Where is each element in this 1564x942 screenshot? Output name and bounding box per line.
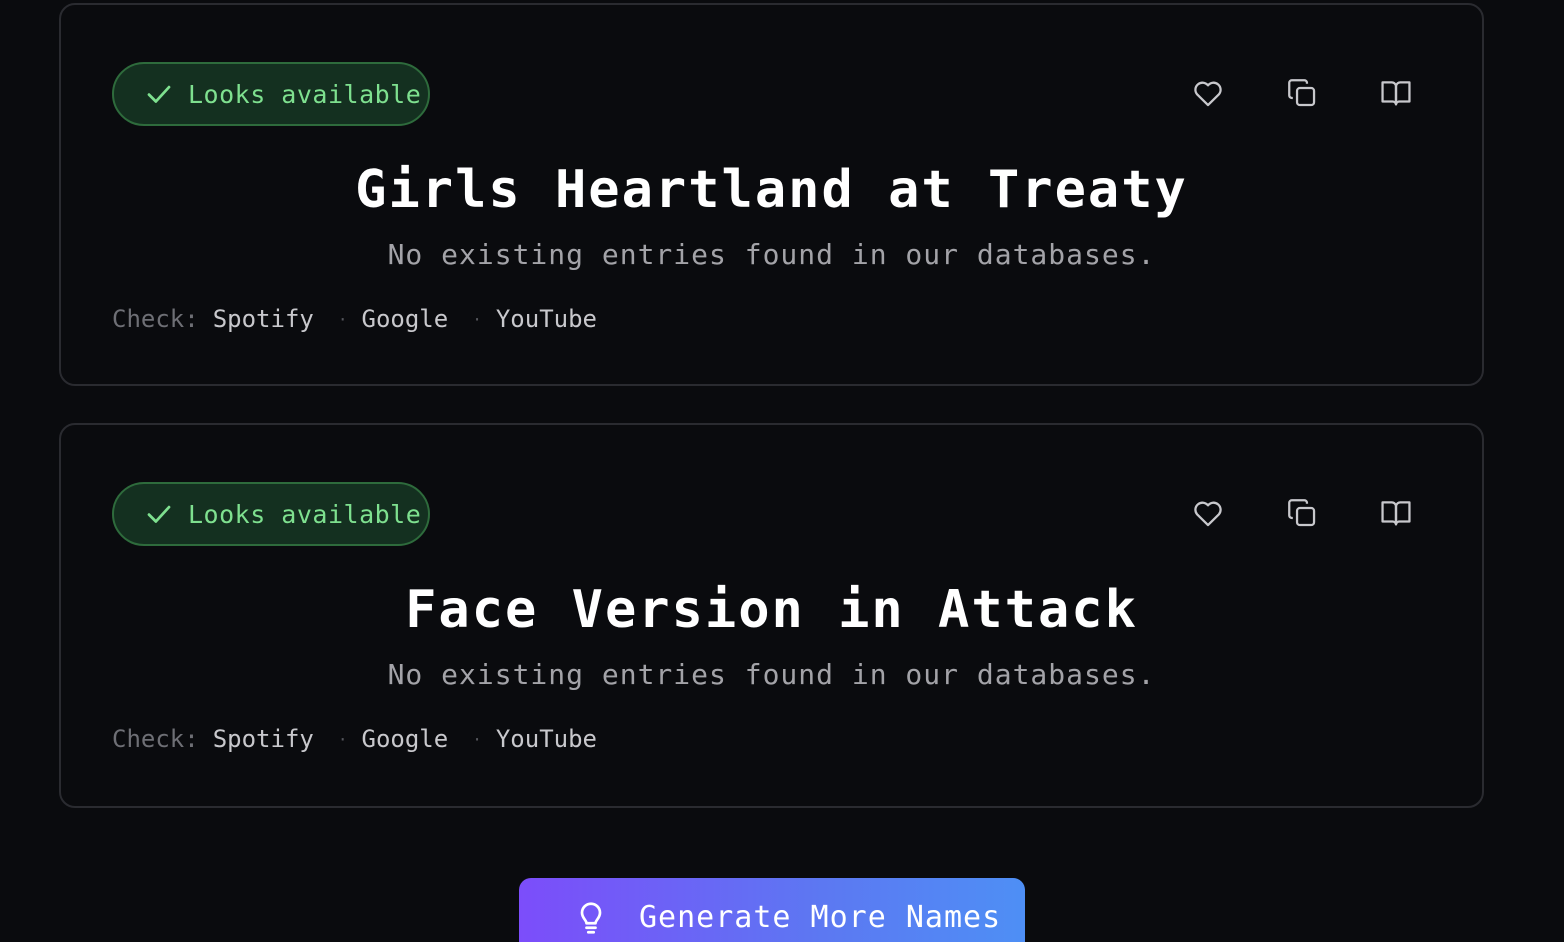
check-icon — [147, 85, 171, 103]
check-links: Check: Spotify · Google · YouTube — [112, 725, 597, 753]
availability-badge: Looks available — [112, 482, 430, 546]
check-label: Check: — [112, 725, 199, 753]
separator-dot: · — [472, 729, 482, 749]
name-card: Looks available Girls Heartland at Treat… — [59, 3, 1484, 386]
generated-name: Face Version in Attack — [405, 580, 1138, 640]
spotify-link[interactable]: Spotify — [213, 725, 314, 753]
check-label: Check: — [112, 305, 199, 333]
copy-button[interactable] — [1284, 75, 1320, 111]
book-icon — [1381, 81, 1411, 106]
check-links: Check: Spotify · Google · YouTube — [112, 305, 597, 333]
google-link[interactable]: Google — [362, 305, 449, 333]
spotify-link[interactable]: Spotify — [213, 305, 314, 333]
name-card: Looks available Face Version in Attack N… — [59, 423, 1484, 808]
copy-icon — [1288, 499, 1316, 527]
card-actions — [1190, 495, 1414, 531]
card-actions — [1190, 75, 1414, 111]
generate-more-label: Generate More Names — [639, 900, 1002, 935]
heart-icon — [1194, 501, 1222, 527]
book-icon — [1381, 501, 1411, 526]
separator-dot: · — [472, 309, 482, 329]
youtube-link[interactable]: YouTube — [496, 725, 597, 753]
badge-label: Looks available — [188, 499, 422, 529]
lightbulb-icon — [580, 902, 602, 934]
badge-label: Looks available — [188, 79, 422, 109]
separator-dot: · — [337, 729, 348, 749]
separator-dot: · — [337, 309, 348, 329]
google-link[interactable]: Google — [362, 725, 449, 753]
availability-message: No existing entries found in our databas… — [387, 658, 1156, 691]
availability-badge: Looks available — [112, 62, 430, 126]
results-page: Looks available Girls Heartland at Treat… — [0, 0, 1564, 942]
copy-icon — [1288, 79, 1316, 107]
availability-message: No existing entries found in our databas… — [387, 238, 1156, 271]
copy-button[interactable] — [1284, 495, 1320, 531]
generate-more-button[interactable]: Generate More Names — [519, 878, 1025, 942]
heart-icon — [1194, 81, 1222, 107]
dictionary-button[interactable] — [1378, 495, 1414, 531]
generated-name: Girls Heartland at Treaty — [355, 160, 1188, 220]
youtube-link[interactable]: YouTube — [496, 305, 597, 333]
favorite-button[interactable] — [1190, 495, 1226, 531]
dictionary-button[interactable] — [1378, 75, 1414, 111]
favorite-button[interactable] — [1190, 75, 1226, 111]
check-icon — [147, 505, 171, 523]
